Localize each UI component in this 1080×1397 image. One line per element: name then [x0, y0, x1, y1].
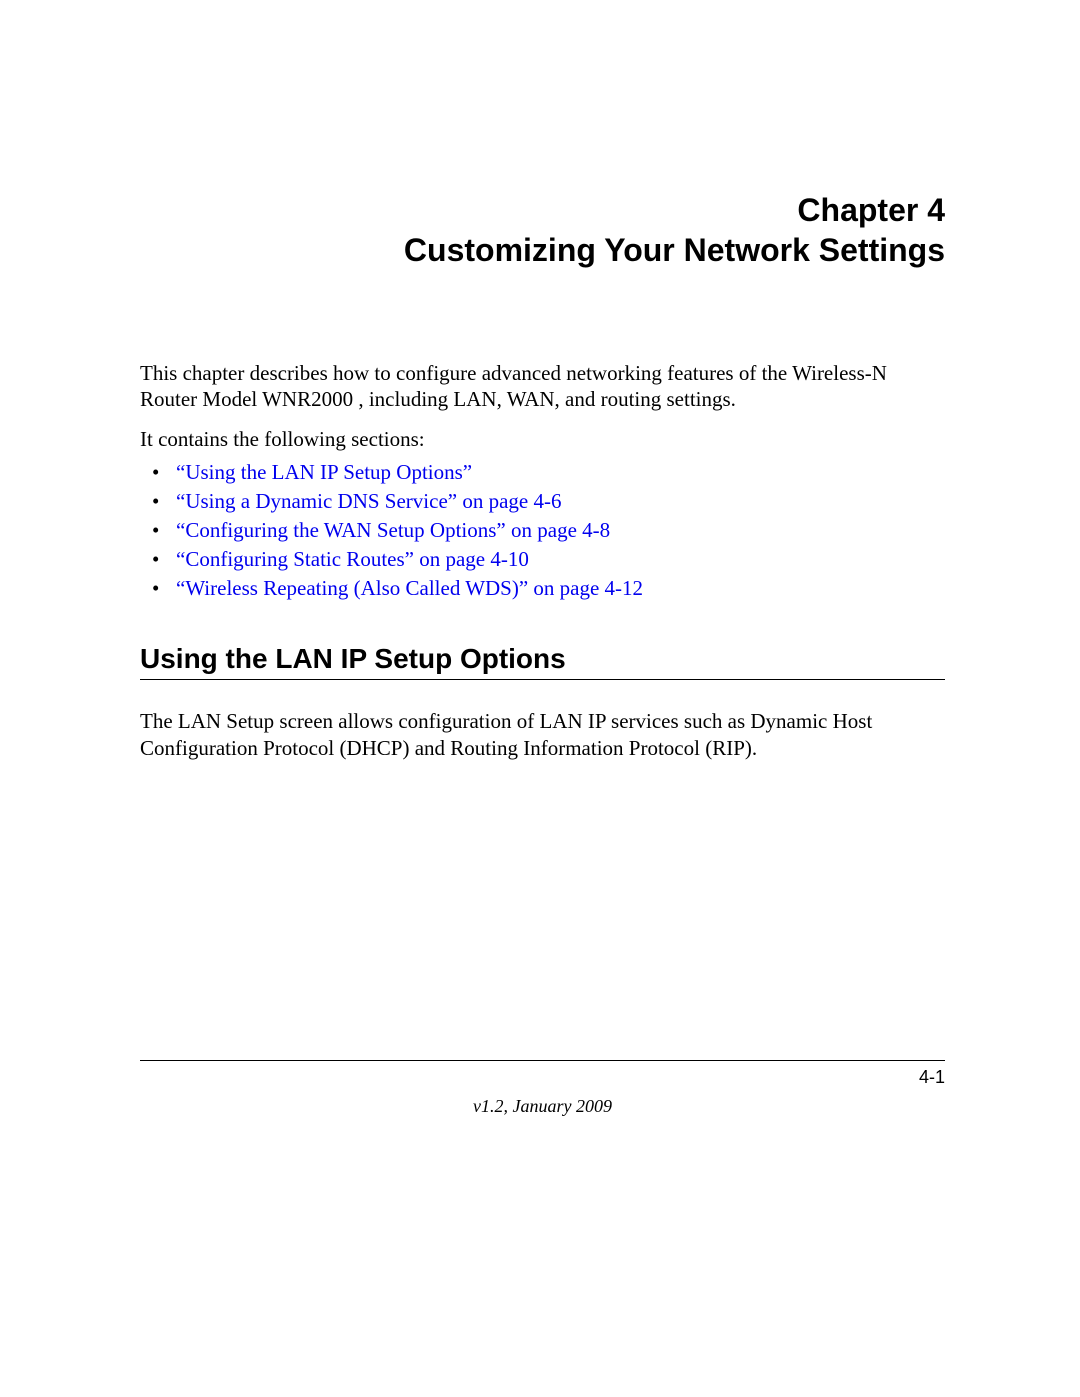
chapter-title: Customizing Your Network Settings	[140, 230, 945, 270]
section-list: “Using the LAN IP Setup Options” “Using …	[140, 458, 945, 604]
chapter-heading: Chapter 4 Customizing Your Network Setti…	[140, 190, 945, 270]
section-list-item: “Configuring Static Routes” on page 4-10	[140, 545, 945, 574]
section-list-intro: It contains the following sections:	[140, 427, 945, 452]
section-list-item: “Using the LAN IP Setup Options”	[140, 458, 945, 487]
section-heading: Using the LAN IP Setup Options	[140, 643, 945, 680]
section-list-item: “Using a Dynamic DNS Service” on page 4-…	[140, 487, 945, 516]
section-link[interactable]: “Using a Dynamic DNS Service” on page 4-…	[176, 489, 561, 513]
chapter-number: Chapter 4	[140, 190, 945, 230]
page-footer: 4-1 v1.2, January 2009	[140, 1060, 945, 1117]
section-link[interactable]: “Configuring the WAN Setup Options” on p…	[176, 518, 610, 542]
section-body: The LAN Setup screen allows configuratio…	[140, 708, 945, 761]
section-link[interactable]: “Configuring Static Routes” on page 4-10	[176, 547, 529, 571]
version-line: v1.2, January 2009	[140, 1096, 945, 1117]
section-list-item: “Wireless Repeating (Also Called WDS)” o…	[140, 574, 945, 603]
document-page: Chapter 4 Customizing Your Network Setti…	[0, 0, 1080, 1397]
section-link[interactable]: “Using the LAN IP Setup Options”	[176, 460, 472, 484]
intro-paragraph: This chapter describes how to configure …	[140, 360, 945, 413]
footer-rule	[140, 1060, 945, 1061]
section-list-item: “Configuring the WAN Setup Options” on p…	[140, 516, 945, 545]
section-link[interactable]: “Wireless Repeating (Also Called WDS)” o…	[176, 576, 643, 600]
page-number: 4-1	[140, 1067, 945, 1088]
